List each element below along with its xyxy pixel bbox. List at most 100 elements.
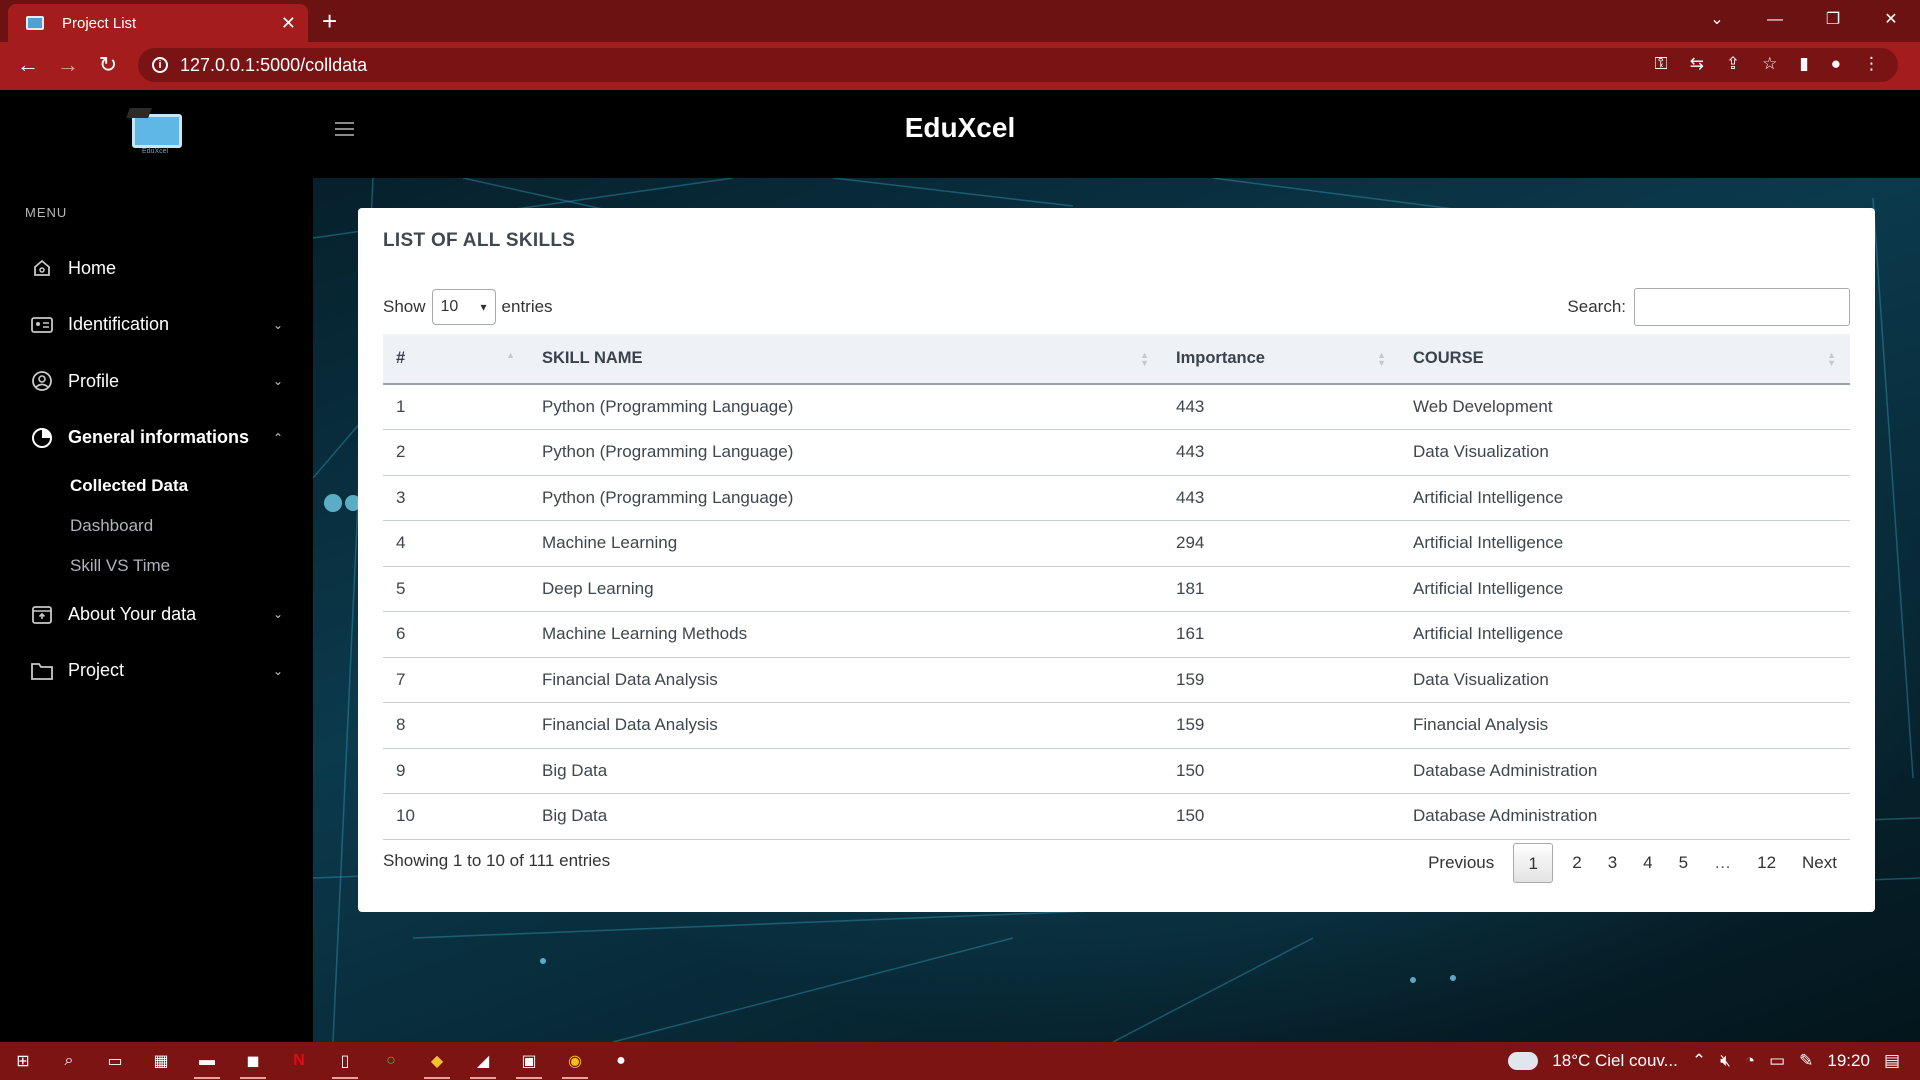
sidebar-subitem-skill-vs-time[interactable]: Skill VS Time	[70, 546, 313, 586]
cell-course: Database Administration	[1400, 748, 1850, 794]
sidebar-item-identification[interactable]: Identification ⌄	[0, 297, 313, 354]
chrome-icon[interactable]: ◉	[552, 1042, 598, 1080]
cell-importance: 150	[1163, 793, 1400, 840]
forward-arrow-icon[interactable]: →	[48, 52, 88, 78]
cell-skill-name: Financial Data Analysis	[529, 657, 1163, 703]
share-icon[interactable]: ⇪	[1726, 54, 1740, 74]
more-menu-icon[interactable]: ⋮	[1863, 54, 1880, 74]
column-header-number[interactable]: # ▲	[383, 334, 529, 385]
terminal-icon[interactable]: ▣	[506, 1042, 552, 1080]
task-view-icon[interactable]: ▭	[92, 1042, 138, 1080]
git-icon[interactable]: ◆	[414, 1042, 460, 1080]
system-tray: 18°C Ciel couv... ⌃ 🔇︎ ◔ ▭ ✎ 19:20 ▤	[1504, 1042, 1920, 1080]
minimize-button[interactable]: —	[1746, 0, 1804, 42]
volume-muted-icon[interactable]: 🔇︎	[1720, 1051, 1731, 1071]
app-icon[interactable]: ◼	[230, 1042, 276, 1080]
address-bar[interactable]: i 127.0.0.1:5000/colldata ⚿ ⇆ ⇪ ☆ ▮ ● ⋮	[138, 48, 1898, 82]
sidebar-item-label: Project	[68, 660, 125, 681]
folder-icon	[30, 660, 54, 682]
menu-label: MENU	[25, 205, 68, 220]
tab-search-icon[interactable]: ⌄	[1688, 0, 1746, 42]
battery-icon[interactable]: ▭	[1769, 1051, 1785, 1071]
show-label: Show	[383, 297, 426, 316]
sidebar-item-general-informations[interactable]: General informations ⌃	[0, 410, 313, 467]
page-button[interactable]: 3	[1595, 843, 1630, 883]
page-button[interactable]: 5	[1666, 843, 1701, 883]
clock-time[interactable]: 19:20	[1827, 1051, 1870, 1071]
site-info-icon[interactable]: i	[152, 57, 168, 73]
notifications-icon[interactable]: ▤	[1884, 1051, 1900, 1071]
cell-course: Financial Analysis	[1400, 702, 1850, 749]
cell-course: Data Visualization	[1400, 657, 1850, 703]
page-button[interactable]: 12	[1744, 843, 1789, 883]
archive-icon	[30, 603, 54, 625]
chevron-down-icon: ⌄	[272, 374, 283, 389]
column-header-course[interactable]: COURSE ▲ ▼	[1400, 334, 1850, 385]
page-button-current[interactable]: 1	[1513, 843, 1554, 883]
wifi-icon[interactable]: ◔	[1745, 1051, 1755, 1071]
search-label: Search:	[1567, 297, 1626, 316]
search-icon[interactable]: ⌕	[46, 1042, 92, 1080]
page-length-value: 10	[440, 298, 459, 315]
cell-course: Artificial Intelligence	[1400, 520, 1850, 567]
tab-close-icon[interactable]: ✕	[281, 13, 296, 34]
close-window-button[interactable]: ✕	[1862, 0, 1920, 42]
cell-course: Artificial Intelligence	[1400, 611, 1850, 658]
cell-skill-name: Big Data	[529, 793, 1163, 840]
sidebar-item-home[interactable]: Home	[0, 240, 313, 297]
cell-course: Data Visualization	[1400, 429, 1850, 476]
sidebar-item-about-your-data[interactable]: About Your data ⌄	[0, 586, 313, 643]
reload-icon[interactable]: ↻	[88, 52, 128, 78]
cell-skill-name: Financial Data Analysis	[529, 702, 1163, 749]
cell-importance: 443	[1163, 384, 1400, 430]
new-tab-button[interactable]: +	[322, 6, 337, 37]
netflix-icon[interactable]: N	[276, 1042, 322, 1080]
column-header-importance[interactable]: Importance ▲ ▼	[1163, 334, 1400, 385]
general-informations-submenu: Collected Data Dashboard Skill VS Time	[0, 466, 313, 586]
sidebar-item-profile[interactable]: Profile ⌄	[0, 353, 313, 410]
sort-asc-icon: ▲	[506, 350, 515, 360]
cell-number: 9	[383, 748, 529, 794]
app-circle-icon[interactable]: ●	[598, 1042, 644, 1080]
sidebar-item-project[interactable]: Project ⌄	[0, 643, 313, 700]
windows-start-icon[interactable]: ⊞	[0, 1042, 46, 1080]
chevron-up-icon[interactable]: ⌃	[1692, 1051, 1706, 1071]
key-icon[interactable]: ⚿	[1655, 54, 1668, 74]
editor-icon[interactable]: ◢	[460, 1042, 506, 1080]
profile-icon[interactable]: ●	[1831, 54, 1841, 74]
column-header-skill-name[interactable]: SKILL NAME ▲ ▼	[529, 334, 1163, 385]
search-input[interactable]	[1634, 288, 1850, 326]
app-ring-icon[interactable]: ○	[368, 1042, 414, 1080]
page-length-select[interactable]: 10 ▾	[431, 289, 496, 325]
top-header: EduXcel	[313, 90, 1920, 178]
next-button[interactable]: Next	[1789, 843, 1850, 883]
page-button[interactable]: 4	[1630, 843, 1665, 883]
table-row: 1 Python (Programming Language) 443 Web Dev…	[383, 384, 1850, 430]
file-explorer-icon[interactable]: ▬	[184, 1042, 230, 1080]
translate-icon[interactable]: ⇆	[1690, 54, 1704, 74]
pen-icon[interactable]: ✎	[1799, 1051, 1813, 1071]
back-arrow-icon[interactable]: ←	[8, 52, 48, 78]
page-length-control: Show 10 ▾ entries	[383, 288, 553, 326]
weather-text[interactable]: 18°C Ciel couv...	[1552, 1051, 1678, 1071]
page-button[interactable]: 2	[1559, 843, 1594, 883]
window-controls: ⌄ — ❐ ✕	[1688, 0, 1920, 42]
skills-card: LIST OF ALL SKILLS Show 10 ▾ entries Sea…	[358, 208, 1875, 912]
bookmark-star-icon[interactable]: ☆	[1762, 54, 1777, 74]
cell-skill-name: Machine Learning	[529, 520, 1163, 567]
notepad-icon[interactable]: ▯	[322, 1042, 368, 1080]
windows-taskbar: ⊞ ⌕ ▭ ▦ ▬ ◼ N ▯ ○ ◆ ◢ ▣ ◉ ● 18°C Ciel co…	[0, 1042, 1920, 1080]
restore-button[interactable]: ❐	[1804, 0, 1862, 42]
app-logo[interactable]: EduXcel	[126, 108, 184, 155]
table-row: 8 Financial Data Analysis 159 Financial Ana…	[383, 702, 1850, 749]
chevron-down-icon: ⌄	[272, 663, 283, 678]
side-panel-icon[interactable]: ▮	[1799, 54, 1808, 74]
previous-button[interactable]: Previous	[1415, 843, 1507, 883]
cell-skill-name: Big Data	[529, 748, 1163, 794]
sidebar-subitem-dashboard[interactable]: Dashboard	[70, 506, 313, 546]
store-icon[interactable]: ▦	[138, 1042, 184, 1080]
main-content: LIST OF ALL SKILLS Show 10 ▾ entries Sea…	[313, 178, 1920, 1042]
sidebar-subitem-collected-data[interactable]: Collected Data	[70, 466, 313, 506]
sort-icon: ▲ ▼	[1140, 350, 1149, 368]
browser-tab[interactable]: Project List ✕	[8, 4, 308, 42]
